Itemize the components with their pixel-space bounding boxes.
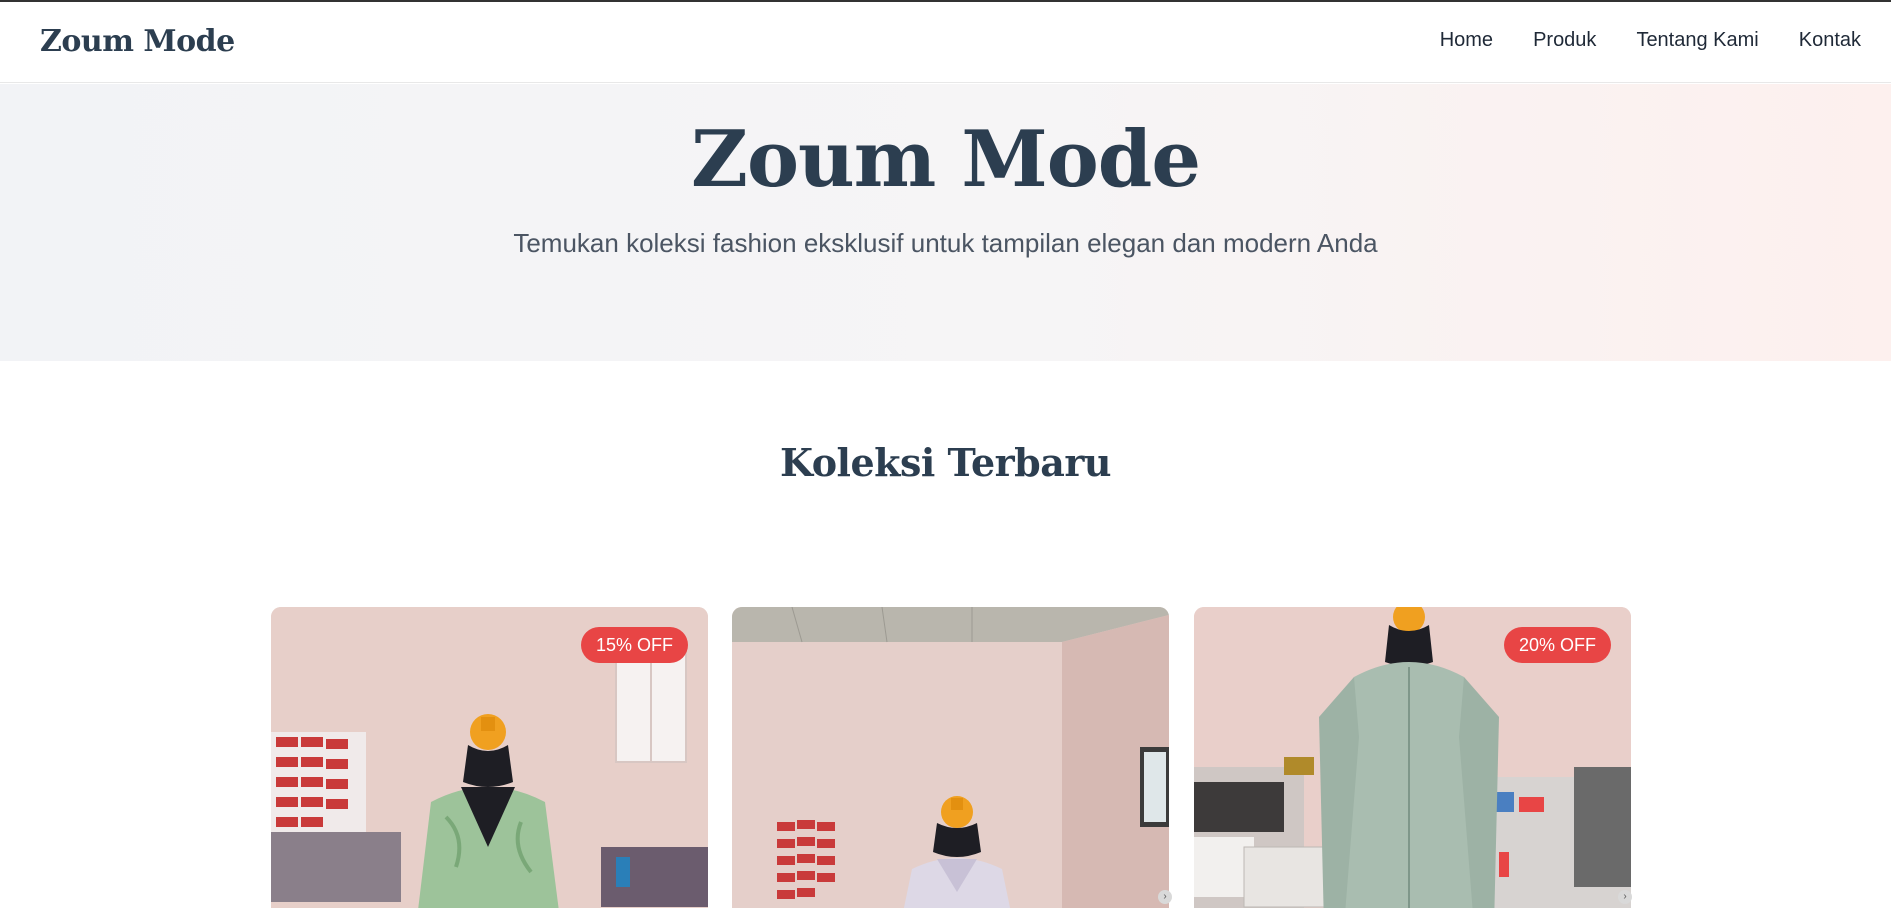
- discount-badge: 20% OFF: [1503, 627, 1611, 663]
- product-image: [732, 607, 1169, 908]
- nav-link-home[interactable]: Home: [1440, 29, 1493, 52]
- hero-section: Zoum Mode Temukan koleksi fashion eksklu…: [0, 84, 1891, 361]
- product-card[interactable]: [732, 607, 1169, 908]
- nav-link-produk[interactable]: Produk: [1533, 29, 1596, 52]
- nav-link-kontak[interactable]: Kontak: [1799, 29, 1861, 52]
- product-card[interactable]: 20% OFF: [1194, 607, 1631, 908]
- navbar: Zoum Mode Home Produk Tentang Kami Konta…: [0, 2, 1891, 83]
- discount-badge: 15% OFF: [580, 627, 688, 663]
- carousel-dot[interactable]: ›: [1158, 890, 1172, 904]
- collection-title: Koleksi Terbaru: [780, 440, 1112, 485]
- product-card[interactable]: 15% OFF: [271, 607, 708, 908]
- main-nav: Home Produk Tentang Kami Kontak: [1400, 29, 1861, 52]
- hero-title: Zoum Mode: [691, 114, 1201, 205]
- nav-link-tentang-kami[interactable]: Tentang Kami: [1636, 29, 1758, 52]
- carousel-dot[interactable]: ›: [1618, 890, 1632, 904]
- hero-subtitle: Temukan koleksi fashion eksklusif untuk …: [513, 228, 1378, 258]
- brand-logo[interactable]: Zoum Mode: [40, 24, 235, 59]
